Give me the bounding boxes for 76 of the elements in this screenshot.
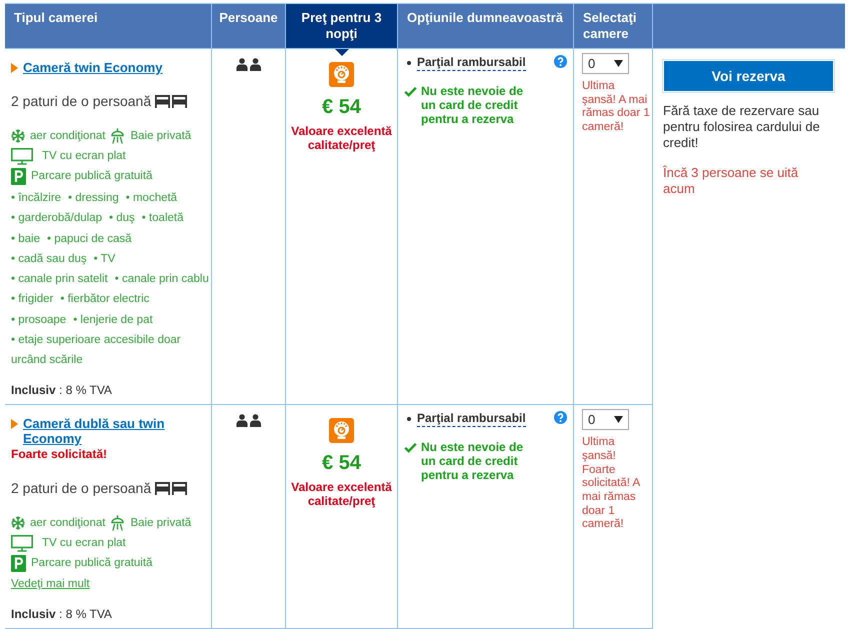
demand-label: Foarte solicitată! (11, 446, 108, 462)
gauge-icon (329, 62, 354, 87)
amenity-item: • frigider (11, 292, 54, 308)
two-people-icon (236, 414, 262, 428)
amenity-item: • duş (108, 211, 135, 226)
availability-warning: Ultima şansă! A mai rămas doar 1 cameră! (582, 80, 650, 135)
gauge-icon (329, 418, 354, 444)
column-header: Selectaţi camere (574, 4, 653, 48)
column-header: Tipul camerei (5, 4, 212, 48)
amenity-item: • papuci de casă (46, 232, 132, 246)
two-people-icon (236, 58, 262, 71)
beds-icon (155, 94, 188, 108)
caret-icon (614, 416, 623, 424)
help-icon[interactable] (554, 55, 567, 68)
facility-label: Baie privată (130, 516, 192, 532)
viewers-note: Încă 3 persoane se uită acum (663, 165, 800, 197)
reserve-button[interactable]: Voi rezerva (663, 60, 834, 92)
column-header: Opţiunile dumneavoastră (398, 4, 574, 48)
availability-warning: Ultima şansă! Foarte solicitată! A mai rămas doar 1 cameră! (582, 436, 641, 532)
amenity-item: • încălzire (11, 191, 62, 206)
refund-policy-label[interactable]: Parţial rambursabil (417, 411, 526, 428)
facility-label: Parcare publică gratuită (31, 556, 152, 572)
amenity-item: • lenjerie de pat (73, 312, 153, 328)
bullet-icon (407, 61, 411, 65)
triangle-icon (335, 49, 349, 56)
amenity-item: • dressing (68, 191, 119, 206)
parking-icon (11, 554, 26, 572)
beds-icon (155, 482, 188, 495)
price-label: € 54 (321, 451, 362, 476)
facility-label: aer condiţionat (30, 516, 106, 532)
tv-icon (11, 534, 33, 552)
room-name-link[interactable]: Cameră dublă sau twin Economy (23, 416, 210, 446)
amenity-item: • etaje superioare accesibile doar urcând scările (11, 332, 182, 368)
refund-policy-label[interactable]: Parţial rambursabil (417, 55, 526, 71)
facility-label: Parcare publică gratuită (31, 169, 152, 184)
perk-label: Nu este nevoie de un card de credit pentru a rezerva (421, 440, 524, 482)
perk-label: Nu este nevoie de un card de credit pentru a rezerva (421, 84, 524, 126)
amenity-item: • cadă sau duş (11, 252, 87, 267)
triangle-icon (11, 63, 18, 73)
shower-icon (110, 128, 126, 144)
caret-icon (614, 60, 623, 67)
beds-label: 2 paturi de o persoană (11, 479, 152, 498)
amenity-item: • prosoape (11, 312, 66, 328)
room-count-select[interactable]: 0 (582, 409, 629, 430)
help-icon[interactable] (554, 411, 567, 424)
tax-note: Inclusiv : 8 % TVA (11, 382, 113, 398)
value-label: Valoare excelentă calitate/preţ (290, 480, 393, 508)
room-name-link[interactable]: Cameră twin Economy (23, 60, 162, 75)
amenity-item: • canale prin cablu (114, 272, 209, 287)
booking-note: Fără taxe de rezervare sau pentru folosirea cardului de credit! (663, 103, 821, 151)
amenity-item: • baie (11, 232, 40, 246)
triangle-icon (11, 419, 18, 430)
value-label: Valoare excelentă calitate/preţ (290, 124, 393, 152)
facility-label: Baie privată (130, 129, 192, 144)
beds-label: 2 paturi de o persoană (11, 92, 152, 111)
snowflake-icon (11, 129, 25, 143)
column-header: Preţ pentru 3 nopţi (286, 4, 398, 48)
facility-label: TV cu ecran plat (42, 149, 126, 164)
amenity-item: • toaletă (142, 211, 184, 226)
amenity-item: • mochetă (126, 191, 178, 206)
facility-label: aer condiţionat (30, 129, 106, 144)
amenity-item: • fierbător electric (60, 292, 150, 308)
amenity-item: • garderobă/dulap (11, 211, 102, 226)
facility-label: TV cu ecran plat (42, 536, 126, 552)
tv-icon (11, 148, 33, 164)
snowflake-icon (11, 516, 25, 530)
price-label: € 54 (321, 95, 362, 119)
tax-note: Inclusiv : 8 % TVA (11, 606, 113, 622)
check-icon (404, 442, 417, 454)
bullet-icon (407, 417, 411, 422)
shower-icon (110, 515, 126, 532)
amenity-item: • TV (94, 252, 116, 267)
parking-icon (11, 168, 26, 184)
amenity-item: • canale prin satelit (11, 272, 108, 287)
check-icon (404, 86, 417, 97)
room-count-select[interactable]: 0 (582, 53, 629, 74)
